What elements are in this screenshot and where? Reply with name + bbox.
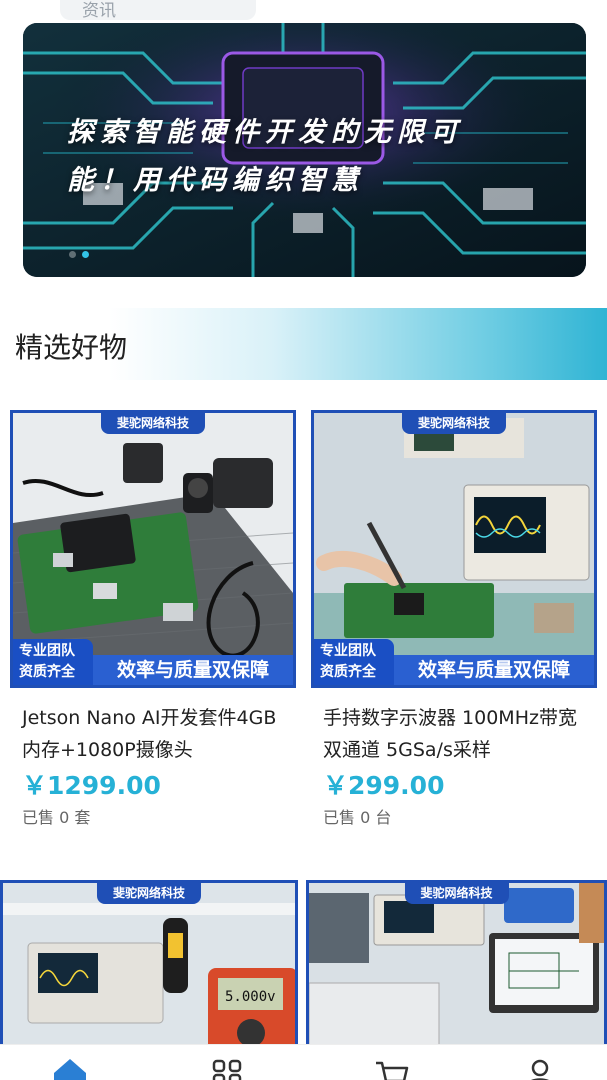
team-badge: 专业团队 资质齐全 bbox=[13, 639, 93, 685]
product-image[interactable]: 斐驼网络科技 专业团队 资质齐全 效率与质量双保障 bbox=[10, 410, 296, 688]
tab-cart[interactable] bbox=[372, 1053, 412, 1080]
product-name[interactable]: Jetson Nano AI开发套件4GB内存+1080P摄像头 bbox=[22, 702, 292, 766]
cart-icon bbox=[376, 1061, 409, 1080]
brand-tag: 斐驼网络科技 bbox=[96, 883, 202, 904]
product-card[interactable]: 斐驼网络科技 bbox=[306, 880, 607, 1050]
banner-text: 探索智能硬件开发的无限可 能！用代码编织智慧 bbox=[67, 109, 557, 205]
product-price: ￥1299.00 bbox=[22, 771, 161, 800]
carousel-dot-active[interactable] bbox=[82, 251, 89, 258]
team-badge-line-1: 专业团队 bbox=[320, 643, 376, 659]
brand-tag: 斐驼网络科技 bbox=[100, 413, 206, 434]
carousel-dot[interactable] bbox=[69, 251, 76, 258]
home-page: 资讯 探索智能硬件开发的无限可 能！用代码编织智慧 精选好物 斐驼网络科技 专业… bbox=[0, 0, 607, 1080]
hero-banner[interactable]: 探索智能硬件开发的无限可 能！用代码编织智慧 bbox=[23, 23, 586, 277]
team-badge-line-2: 资质齐全 bbox=[19, 664, 75, 680]
product-image[interactable]: 斐驼网络科技 专业团队 资质齐全 效率与质量双保障 bbox=[311, 410, 597, 688]
tab-user[interactable] bbox=[520, 1053, 560, 1080]
product-price: ￥299.00 bbox=[323, 771, 445, 800]
user-icon bbox=[531, 1059, 549, 1080]
product-name[interactable]: 手持数字示波器 100MHz带宽 双通道 5GSa/s采样 bbox=[323, 702, 593, 766]
product-card[interactable]: 斐驼网络科技 5.000v bbox=[0, 880, 298, 1050]
featured-section-header: 精选好物 bbox=[0, 308, 607, 380]
tab-home[interactable] bbox=[50, 1053, 90, 1080]
news-chip[interactable]: 资讯 bbox=[60, 0, 256, 21]
team-badge-line-1: 专业团队 bbox=[19, 643, 75, 659]
bottom-tab-bar bbox=[0, 1044, 607, 1080]
multimeter-photo: 5.000v bbox=[3, 883, 295, 1047]
category-icon bbox=[212, 1059, 242, 1080]
section-title: 精选好物 bbox=[15, 331, 128, 364]
product-sold-count: 已售 0 套 bbox=[22, 808, 91, 827]
news-chip-label: 资讯 bbox=[82, 1, 116, 21]
banner-line-1: 探索智能硬件开发的无限可 bbox=[67, 117, 463, 148]
team-badge-line-2: 资质齐全 bbox=[320, 664, 376, 680]
svg-text:5.000v: 5.000v bbox=[225, 989, 276, 1005]
product-card[interactable]: 斐驼网络科技 专业团队 资质齐全 效率与质量双保障 Jetson Nano AI… bbox=[10, 410, 296, 830]
product-card[interactable]: 斐驼网络科技 专业团队 资质齐全 效率与质量双保障 手持数字示波器 100MHz… bbox=[311, 410, 597, 830]
lab-bench-photo bbox=[309, 883, 604, 1047]
banner-line-2: 能！用代码编织智慧 bbox=[67, 165, 364, 196]
quality-badge: 效率与质量双保障 bbox=[93, 655, 293, 685]
brand-tag: 斐驼网络科技 bbox=[401, 413, 507, 434]
team-badge: 专业团队 资质齐全 bbox=[314, 639, 394, 685]
product-sold-count: 已售 0 台 bbox=[323, 808, 392, 827]
tab-category[interactable] bbox=[207, 1053, 247, 1080]
quality-badge: 效率与质量双保障 bbox=[394, 655, 594, 685]
brand-tag: 斐驼网络科技 bbox=[404, 883, 509, 904]
carousel-indicator[interactable] bbox=[69, 251, 89, 258]
home-icon bbox=[54, 1059, 86, 1080]
